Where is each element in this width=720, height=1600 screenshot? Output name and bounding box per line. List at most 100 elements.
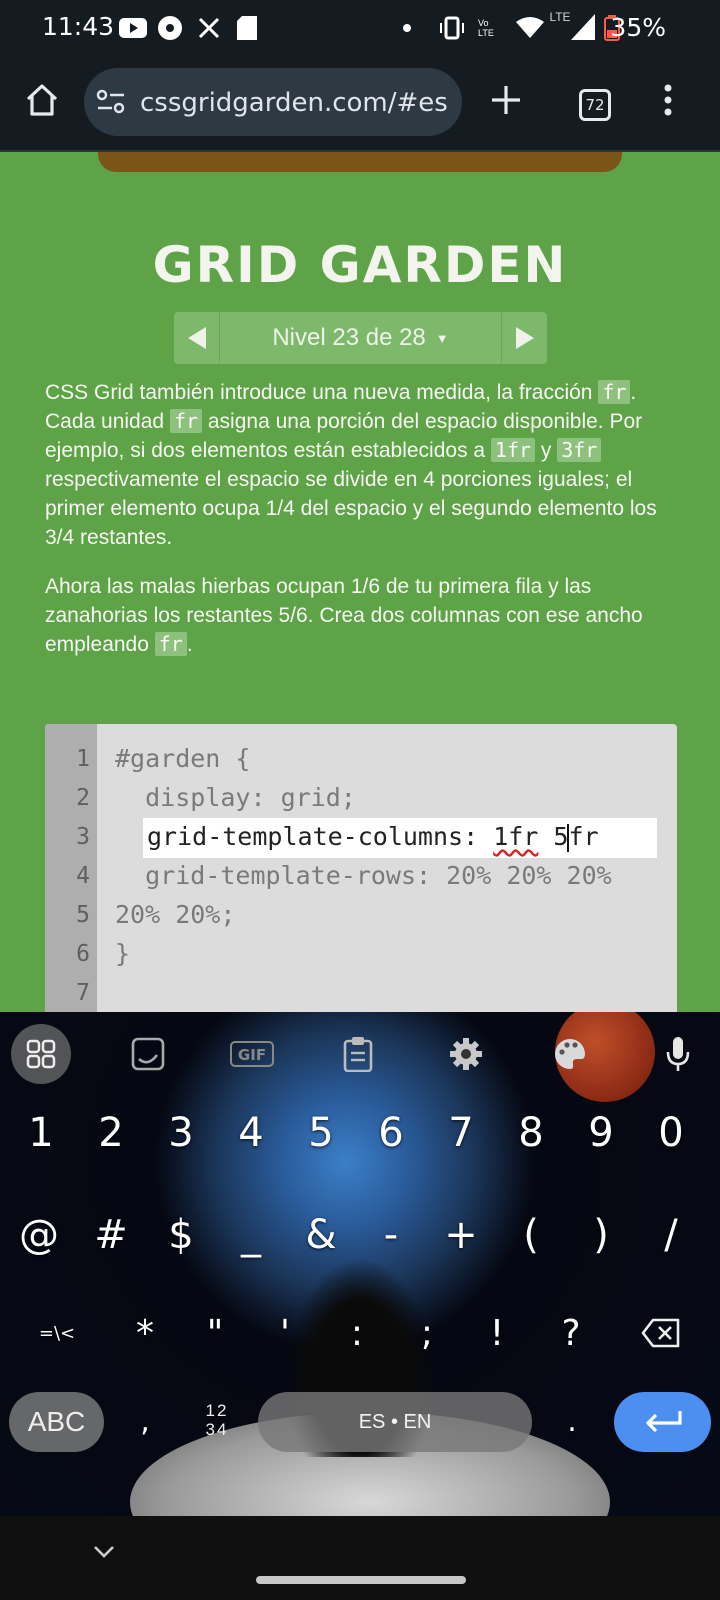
chevron-down-icon [94, 1546, 114, 1558]
previous-level-button[interactable] [174, 312, 220, 364]
key-3[interactable]: 3 [146, 1098, 216, 1168]
code-fr: fr [154, 632, 187, 656]
line-number: 6 [76, 941, 90, 967]
system-navigation-bar [0, 1516, 720, 1600]
key-exclamation[interactable]: ! [462, 1298, 532, 1368]
key-question[interactable]: ? [536, 1298, 606, 1368]
code-editor: 1 2 3 4 5 6 7 #garden { display: grid; g… [45, 724, 677, 1012]
key-plus[interactable]: + [426, 1200, 496, 1270]
key-5[interactable]: 5 [286, 1098, 356, 1168]
browser-toolbar: cssgridgarden.com/#es 72 [0, 56, 720, 152]
key-underscore[interactable]: _ [216, 1200, 286, 1270]
css-answer-input[interactable]: grid-template-columns: 1fr 5fr [143, 818, 657, 858]
numpad-bottom: 34 [205, 1420, 229, 1439]
key-2[interactable]: 2 [76, 1098, 146, 1168]
para-text: respectivamente el espacio se divide en … [45, 468, 657, 549]
clipboard-button[interactable] [328, 1024, 388, 1084]
para-text: . [186, 633, 193, 656]
key-single-quote[interactable]: ' [250, 1298, 320, 1368]
wifi-icon [514, 14, 546, 42]
para-text: Ahora las malas hierbas ocupan 1/6 de tu… [45, 575, 643, 656]
input-mid: 5 [538, 822, 569, 851]
youtube-icon [118, 14, 148, 42]
key-at[interactable]: @ [4, 1200, 74, 1270]
abc-key[interactable]: ABC [9, 1392, 104, 1452]
enter-arrow-icon [645, 1411, 682, 1433]
gif-button[interactable]: GIF [222, 1024, 282, 1084]
backspace-icon [641, 1318, 680, 1348]
plus-icon [492, 86, 520, 114]
page-title: GRID GARDEN [152, 236, 568, 294]
sticker-icon [131, 1037, 165, 1071]
gear-icon [450, 1038, 482, 1070]
numpad-key[interactable]: 12 34 [197, 1390, 237, 1450]
para-text: CSS Grid también introduce una nueva med… [45, 381, 599, 404]
next-level-button[interactable] [501, 312, 547, 364]
period-key[interactable]: . [537, 1386, 607, 1456]
key-4[interactable]: 4 [216, 1098, 286, 1168]
network-label: LTE [549, 10, 571, 24]
key-close-paren[interactable]: ) [566, 1200, 636, 1270]
tools-icon [196, 14, 222, 42]
level-label: Nivel 23 de 28 [272, 324, 426, 351]
line-number: 5 [76, 902, 90, 928]
keyboard-apps-button[interactable] [11, 1024, 71, 1084]
code-3fr: 3fr [557, 438, 602, 462]
caret-down-icon: ▼ [435, 330, 449, 346]
backspace-key[interactable] [626, 1298, 696, 1368]
status-time: 11:43 [42, 12, 115, 41]
web-page: GRID GARDEN Nivel 23 de 28 ▼ CSS Grid ta… [0, 152, 720, 1012]
gif-icon: GIF [230, 1041, 274, 1067]
enter-key[interactable] [614, 1392, 711, 1452]
key-semicolon[interactable]: ; [392, 1298, 462, 1368]
hide-keyboard-button[interactable] [88, 1536, 120, 1568]
code-line-1: #garden { [115, 744, 251, 773]
line-number: 3 [76, 824, 90, 850]
key-minus[interactable]: - [356, 1200, 426, 1270]
battery-percent: 35% [610, 13, 666, 42]
key-more-symbols[interactable]: =\< [22, 1298, 92, 1368]
theme-button[interactable] [540, 1024, 600, 1084]
key-1[interactable]: 1 [6, 1098, 76, 1168]
space-key[interactable]: ES • EN [258, 1392, 532, 1452]
key-colon[interactable]: : [322, 1298, 392, 1368]
address-bar[interactable]: cssgridgarden.com/#es [84, 68, 462, 136]
key-asterisk[interactable]: * [110, 1298, 180, 1368]
volte-icon: Vo LTE [478, 14, 504, 42]
key-dollar[interactable]: $ [146, 1200, 216, 1270]
key-9[interactable]: 9 [566, 1098, 636, 1168]
key-open-paren[interactable]: ( [496, 1200, 566, 1270]
key-slash[interactable]: / [636, 1200, 706, 1270]
apps-grid-icon [26, 1039, 56, 1069]
garden-bottom-edge [98, 152, 622, 172]
triangle-right-icon [515, 327, 534, 349]
menu-button[interactable] [652, 74, 684, 126]
key-0[interactable]: 0 [636, 1098, 706, 1168]
gesture-handle[interactable] [256, 1576, 466, 1584]
triangle-left-icon [187, 327, 206, 349]
task-paragraph: Ahora las malas hierbas ocupan 1/6 de tu… [45, 572, 675, 659]
key-ampersand[interactable]: & [286, 1200, 356, 1270]
sticker-button[interactable] [118, 1024, 178, 1084]
css-answer-text: grid-template-columns: 1fr 5fr [147, 822, 599, 852]
keyboard-settings-button[interactable] [436, 1024, 496, 1084]
code-1fr: 1fr [490, 438, 536, 462]
key-6[interactable]: 6 [356, 1098, 426, 1168]
key-hash[interactable]: # [76, 1200, 146, 1270]
voice-input-button[interactable] [648, 1024, 708, 1084]
level-selector[interactable]: Nivel 23 de 28 ▼ [220, 312, 501, 364]
home-icon [26, 84, 58, 116]
code-fr: fr [598, 380, 631, 404]
new-tab-button[interactable] [480, 74, 532, 126]
home-button[interactable] [16, 74, 68, 126]
palette-icon [555, 1039, 585, 1069]
level-navigation: Nivel 23 de 28 ▼ [174, 312, 547, 364]
tab-switcher-button[interactable]: 72 [579, 89, 611, 121]
key-7[interactable]: 7 [426, 1098, 496, 1168]
site-settings-icon[interactable] [96, 88, 126, 121]
comma-key[interactable]: , [110, 1386, 180, 1456]
key-double-quote[interactable]: " [180, 1298, 250, 1368]
code-line-2: display: grid; [115, 783, 356, 812]
soft-keyboard: GIF 1 2 3 4 5 6 7 8 9 0 @ # $ _ & - + ( … [0, 1012, 720, 1516]
key-8[interactable]: 8 [496, 1098, 566, 1168]
